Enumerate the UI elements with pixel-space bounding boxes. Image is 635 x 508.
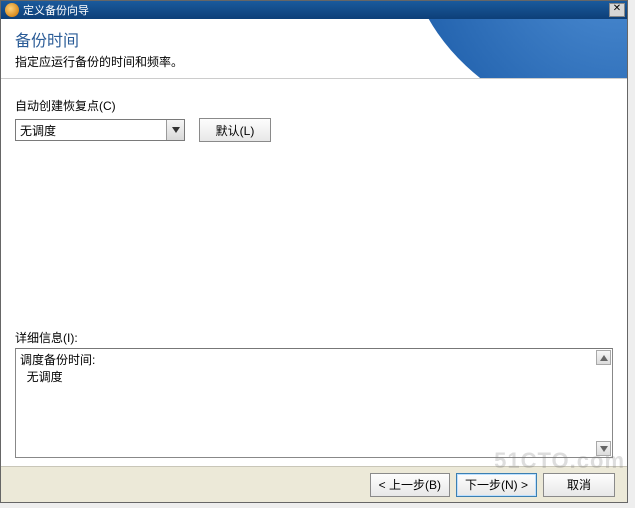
default-button[interactable]: 默认(L) [199,118,271,142]
details-line-2: 无调度 [20,368,608,385]
schedule-combobox-value: 无调度 [16,120,166,140]
schedule-label: 自动创建恢复点(C) [15,97,613,114]
next-button[interactable]: 下一步(N) > [456,473,537,497]
titlebar: 定义备份向导 ✕ [1,1,627,19]
details-line-1: 调度备份时间: [20,351,608,368]
close-button[interactable]: ✕ [609,3,625,17]
scroll-up-button[interactable] [596,350,611,365]
chevron-down-icon [600,446,608,452]
cancel-button[interactable]: 取消 [543,473,615,497]
banner-inner: 备份时间 指定应运行备份的时间和频率。 [1,19,627,76]
window-title: 定义备份向导 [23,2,609,18]
footer: < 上一步(B) 下一步(N) > 取消 [1,466,627,502]
schedule-row: 无调度 默认(L) [15,118,613,142]
chevron-down-icon [172,127,180,133]
app-icon [5,3,19,17]
close-icon: ✕ [613,3,621,14]
dropdown-button[interactable] [166,120,184,140]
wizard-window: 定义备份向导 ✕ 备份时间 指定应运行备份的时间和频率。 自动创建恢复点(C) … [0,0,628,503]
page-title: 备份时间 [15,27,613,51]
chevron-up-icon [600,355,608,361]
page-subtitle: 指定应运行备份的时间和频率。 [15,53,613,70]
banner: 备份时间 指定应运行备份的时间和频率。 [1,19,627,79]
content-area: 自动创建恢复点(C) 无调度 默认(L) [1,79,627,150]
details-label: 详细信息(I): [15,329,613,346]
details-section: 详细信息(I): 调度备份时间: 无调度 [15,329,613,458]
details-textbox[interactable]: 调度备份时间: 无调度 [15,348,613,458]
schedule-combobox[interactable]: 无调度 [15,119,185,141]
back-button[interactable]: < 上一步(B) [370,473,450,497]
scroll-down-button[interactable] [596,441,611,456]
